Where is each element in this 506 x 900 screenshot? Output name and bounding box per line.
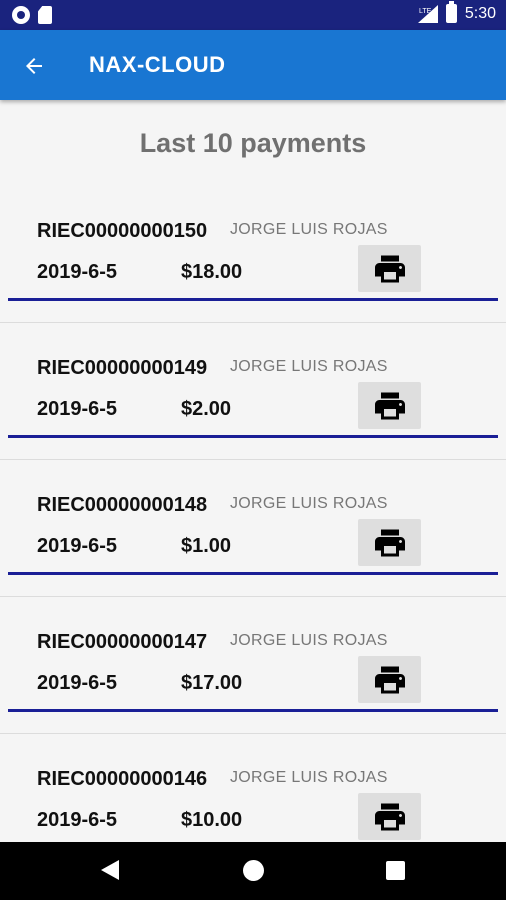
customer-name: JORGE LUIS ROJAS	[230, 769, 388, 786]
payment-date: 2019-6-5	[37, 535, 118, 557]
payment-amount: $17.00	[181, 672, 243, 694]
print-button[interactable]	[358, 656, 421, 703]
customer-name: JORGE LUIS ROJAS	[230, 358, 388, 375]
payment-code: RIEC00000000148	[37, 494, 208, 516]
print-button[interactable]	[358, 382, 421, 429]
payment-code: RIEC00000000146	[37, 768, 208, 790]
payment-date: 2019-6-5	[37, 261, 118, 283]
app-title: NAX-CLOUD	[89, 52, 226, 77]
page-title: Last 10 payments	[139, 128, 367, 158]
arrow-back-icon	[26, 58, 42, 74]
printer-icon	[374, 255, 405, 282]
network-type-label: LTE	[419, 8, 432, 15]
status-bar: LTE 5:30	[0, 0, 506, 30]
nav-recents-icon[interactable]	[386, 861, 405, 880]
printer-icon	[374, 666, 405, 693]
payment-row: RIEC00000000148 JORGE LUIS ROJAS 2019-6-…	[0, 460, 506, 597]
row-divider	[8, 709, 498, 712]
printer-icon	[374, 803, 405, 830]
row-divider	[8, 298, 498, 301]
back-button[interactable]	[18, 50, 50, 82]
payment-row: RIEC00000000149 JORGE LUIS ROJAS 2019-6-…	[0, 323, 506, 460]
payment-amount: $1.00	[181, 535, 232, 557]
payment-date: 2019-6-5	[37, 398, 118, 420]
payment-date: 2019-6-5	[37, 809, 118, 831]
status-time: 5:30	[464, 4, 496, 22]
app-bar: NAX-CLOUD	[0, 30, 506, 100]
payment-row: RIEC00000000147 JORGE LUIS ROJAS 2019-6-…	[0, 597, 506, 734]
payment-date: 2019-6-5	[37, 672, 118, 694]
sd-card-icon	[38, 6, 52, 24]
system-nav-bar	[0, 842, 506, 900]
nav-home-icon[interactable]	[243, 860, 264, 881]
print-button[interactable]	[358, 519, 421, 566]
customer-name: JORGE LUIS ROJAS	[230, 221, 388, 238]
print-button[interactable]	[358, 245, 421, 292]
row-divider	[8, 572, 498, 575]
nav-back-icon[interactable]	[101, 860, 119, 880]
notification-circle-icon	[12, 6, 30, 24]
battery-icon	[445, 1, 457, 23]
payment-code: RIEC00000000150	[37, 220, 208, 242]
customer-name: JORGE LUIS ROJAS	[230, 632, 388, 649]
payments-list: RIEC00000000150 JORGE LUIS ROJAS 2019-6-…	[0, 186, 506, 871]
printer-icon	[374, 529, 405, 556]
row-divider	[8, 435, 498, 438]
payment-code: RIEC00000000147	[37, 631, 208, 653]
customer-name: JORGE LUIS ROJAS	[230, 495, 388, 512]
printer-icon	[374, 392, 405, 419]
print-button[interactable]	[358, 793, 421, 840]
payment-amount: $18.00	[181, 261, 243, 283]
signal-icon: LTE	[417, 4, 438, 23]
payment-amount: $2.00	[181, 398, 232, 420]
payment-amount: $10.00	[181, 809, 243, 831]
payment-row: RIEC00000000150 JORGE LUIS ROJAS 2019-6-…	[0, 186, 506, 323]
payment-code: RIEC00000000149	[37, 357, 208, 379]
